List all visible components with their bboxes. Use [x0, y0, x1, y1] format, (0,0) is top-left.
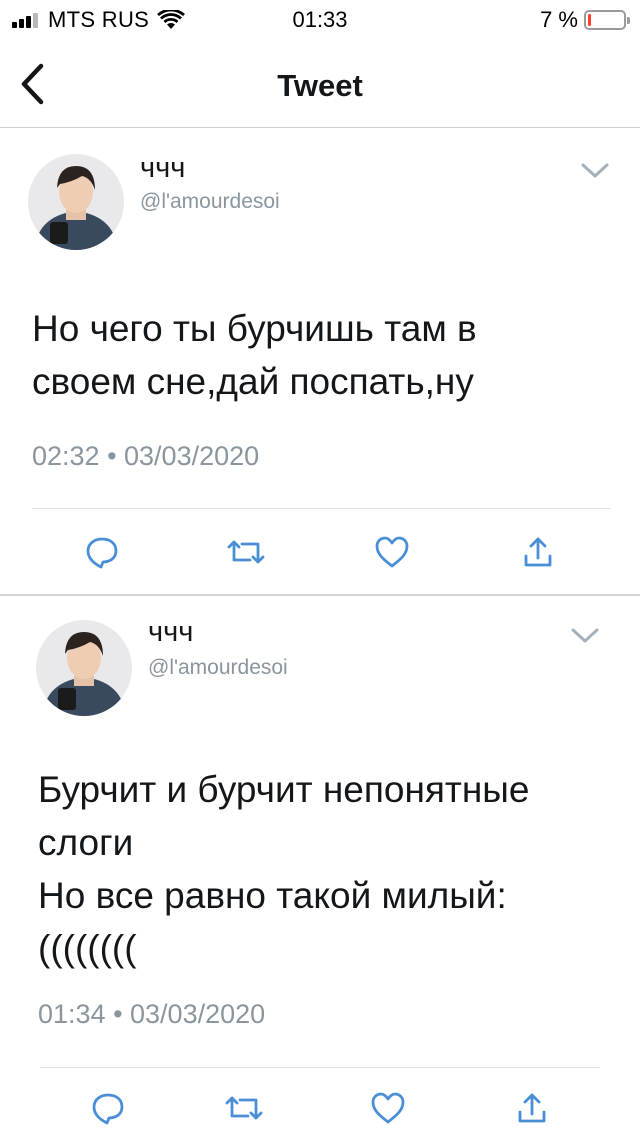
- tweet-timestamp: 01:34 • 03/03/2020: [38, 999, 266, 1029]
- share-button[interactable]: [512, 1088, 552, 1128]
- tweet-text: Бурчит и бурчит непонятные слоги Но все …: [38, 769, 530, 969]
- navigation-bar: Tweet: [0, 40, 640, 128]
- tweet-actions: [0, 532, 640, 572]
- tweet-card: ччч @l'amourdesoi Бурчит и бурчит непоня…: [0, 596, 640, 1136]
- tweet-actions: [0, 1088, 640, 1128]
- heart-icon: [371, 1092, 405, 1124]
- like-button[interactable]: [372, 532, 412, 572]
- retweet-button[interactable]: [226, 532, 266, 572]
- display-name[interactable]: ччч: [148, 616, 193, 649]
- battery-level-fill: [588, 14, 591, 26]
- profile-photo: [28, 154, 124, 250]
- like-button[interactable]: [368, 1088, 408, 1128]
- divider: [32, 508, 610, 509]
- username-handle[interactable]: @l'amourdesoi: [140, 190, 280, 214]
- share-icon: [524, 537, 552, 567]
- tweet-timestamp: 02:32 • 03/03/2020: [32, 441, 260, 471]
- username-handle[interactable]: @l'amourdesoi: [148, 656, 288, 680]
- share-button[interactable]: [518, 532, 558, 572]
- battery-percentage: 7 %: [540, 7, 578, 32]
- reply-icon: [92, 1093, 124, 1125]
- divider: [40, 1067, 600, 1068]
- reply-button[interactable]: [82, 532, 122, 572]
- battery-icon: [584, 10, 630, 30]
- retweet-icon: [225, 1096, 263, 1120]
- reply-icon: [86, 537, 118, 569]
- profile-photo: [36, 620, 132, 716]
- retweet-icon: [227, 540, 265, 564]
- reply-button[interactable]: [88, 1088, 128, 1128]
- tweet-card: ччч @l'amourdesoi Но чего ты бурчишь там…: [0, 128, 640, 594]
- avatar[interactable]: [28, 154, 124, 250]
- share-icon: [518, 1093, 546, 1123]
- retweet-button[interactable]: [224, 1088, 264, 1128]
- tweet-text: Но чего ты бурчишь там в своем сне,дай п…: [32, 308, 477, 402]
- chevron-down-icon[interactable]: [580, 161, 610, 181]
- avatar[interactable]: [36, 620, 132, 716]
- status-bar-right: 7 %: [540, 7, 630, 33]
- chevron-down-icon[interactable]: [570, 626, 600, 646]
- heart-icon: [375, 536, 409, 568]
- status-bar: MTS RUS 01:33 7 %: [0, 0, 640, 40]
- page-title: Tweet: [277, 68, 363, 103]
- display-name[interactable]: ччч: [140, 152, 185, 185]
